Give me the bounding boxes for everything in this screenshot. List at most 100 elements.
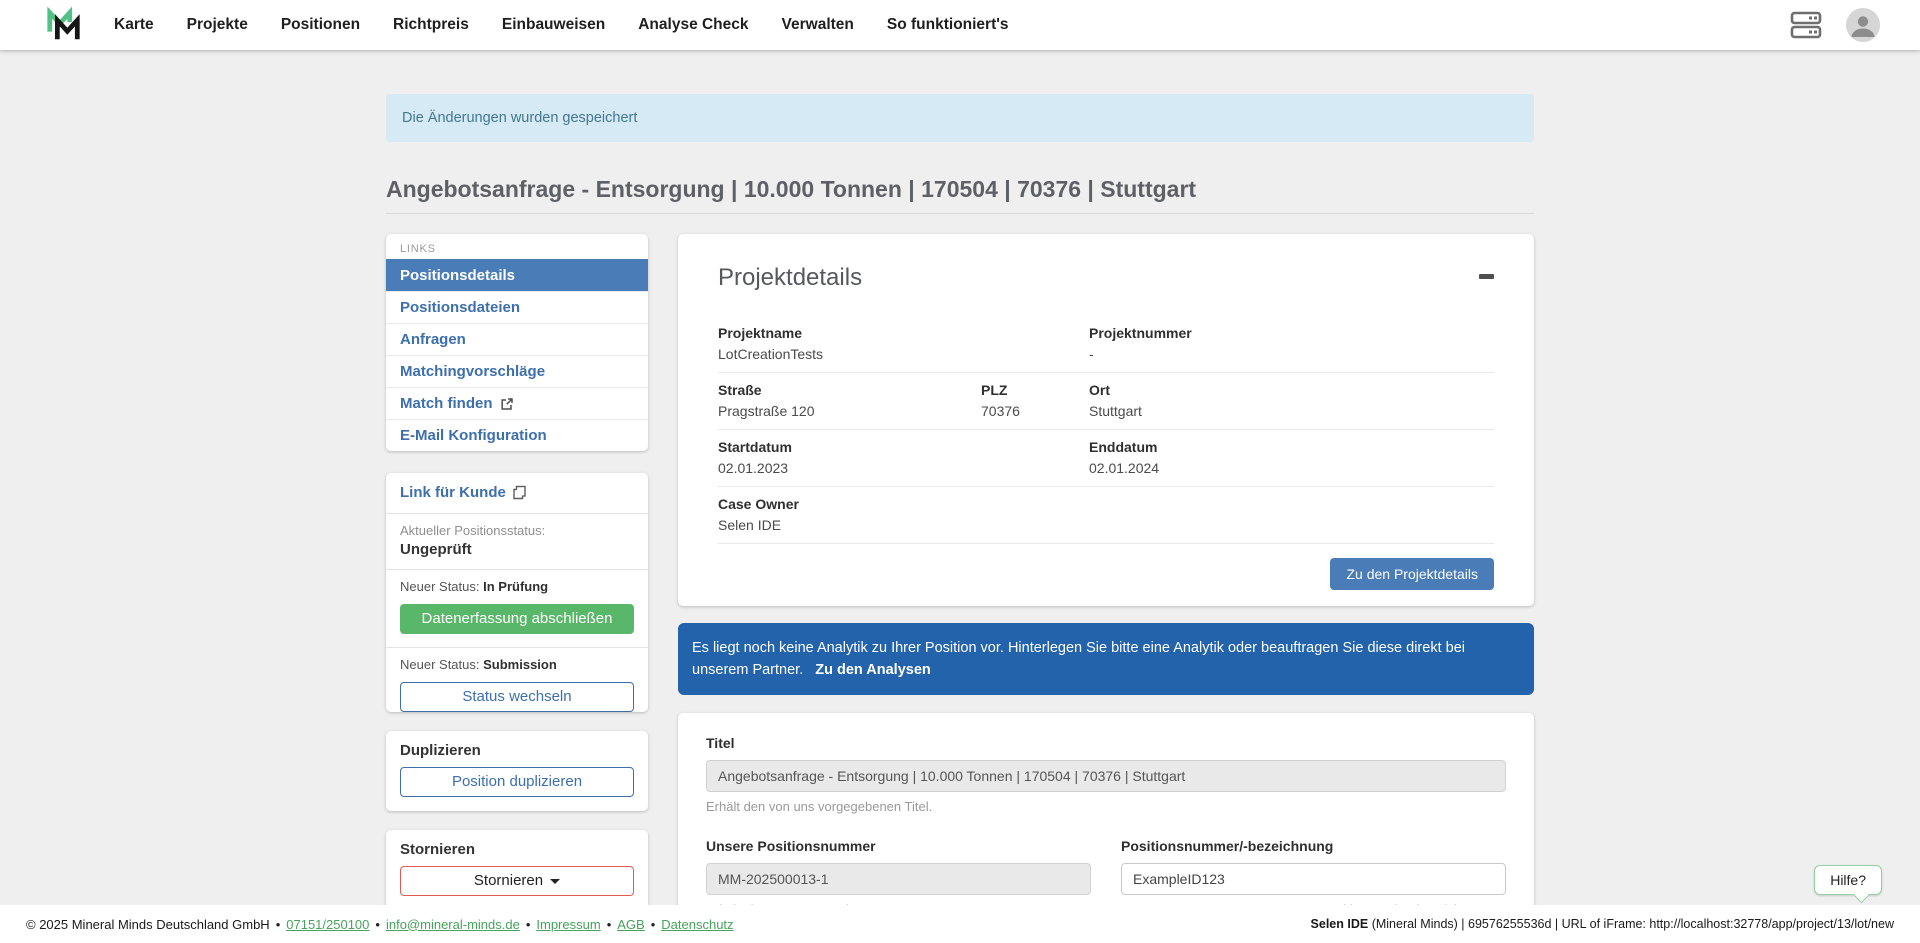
- mineral-minds-logo[interactable]: [44, 5, 84, 45]
- saved-alert-text: Die Änderungen wurden gespeichert: [402, 110, 637, 126]
- footer-session-info: Selen IDE (Mineral Minds) | 69576255536d…: [1311, 917, 1894, 931]
- footer-link-phone[interactable]: 07151/250100: [270, 917, 370, 932]
- footer-link-label: AGB: [617, 917, 644, 932]
- nav-item-positionen[interactable]: Positionen: [281, 16, 360, 34]
- saved-alert: Die Änderungen wurden gespeichert: [386, 94, 1534, 142]
- help-button[interactable]: Hilfe?: [1814, 865, 1882, 895]
- cancel-card-title: Stornieren: [386, 841, 648, 858]
- main-nav: Karte Projekte Positionen Richtpreis Ein…: [114, 16, 1009, 34]
- title-field-label: Titel: [706, 735, 1506, 751]
- duplicate-position-button[interactable]: Position duplizieren: [400, 767, 634, 797]
- footer-copyright: © 2025 Mineral Minds Deutschland GmbH: [26, 917, 270, 932]
- customer-link-label: Link für Kunde: [400, 484, 506, 501]
- field-value: 02.01.2023: [718, 460, 1089, 476]
- sidebar: LINKS Positionsdetails Positionsdateien …: [386, 234, 648, 910]
- nav-item-verwalten[interactable]: Verwalten: [782, 16, 854, 34]
- field-case-owner: Case Owner Selen IDE: [718, 496, 1494, 533]
- field-label: Enddatum: [1089, 439, 1494, 455]
- title-help-text: Erhält den von uns vorgegebenen Titel.: [706, 799, 1506, 814]
- footer-link-impressum[interactable]: Impressum: [520, 917, 601, 932]
- footer-link-label: Datenschutz: [661, 917, 733, 932]
- field-label: Case Owner: [718, 496, 1494, 512]
- field-strasse: Straße Pragstraße 120: [718, 382, 981, 419]
- nav-item-karte[interactable]: Karte: [114, 16, 154, 34]
- caret-down-icon: [550, 879, 560, 884]
- project-details-title: Projektdetails: [718, 264, 862, 292]
- cancel-dropdown-button[interactable]: Stornieren: [400, 866, 634, 896]
- duplicate-card: Duplizieren Position duplizieren: [386, 731, 648, 811]
- switch-status-button[interactable]: Status wechseln: [400, 682, 634, 712]
- analytics-banner-text: Es liegt noch keine Analytik zu Ihrer Po…: [692, 640, 1465, 678]
- project-details-fields: Projektname LotCreationTests Projektnumm…: [718, 316, 1494, 544]
- nav-item-so-funktionierts[interactable]: So funktioniert's: [887, 16, 1009, 34]
- nav-item-analyse-check[interactable]: Analyse Check: [638, 16, 748, 34]
- footer-link-label: 07151/250100: [286, 917, 369, 932]
- field-ort: Ort Stuttgart: [1089, 382, 1494, 419]
- footer-user-name: Selen IDE: [1311, 917, 1369, 931]
- collapse-minus-icon[interactable]: [1479, 274, 1494, 279]
- sidebar-item-positionsdetails[interactable]: Positionsdetails: [386, 259, 648, 291]
- field-label: Projektnummer: [1089, 325, 1494, 341]
- field-value: LotCreationTests: [718, 346, 1089, 362]
- field-label: Straße: [718, 382, 981, 398]
- footer-link-agb[interactable]: AGB: [601, 917, 645, 932]
- field-value: Pragstraße 120: [718, 403, 981, 419]
- footer-link-label: info@mineral-minds.de: [386, 917, 520, 932]
- new-status-2: Neuer Status: Submission: [386, 648, 648, 674]
- field-label: PLZ: [981, 382, 1089, 398]
- new-status-2-value: Submission: [483, 657, 557, 672]
- field-value: 02.01.2024: [1089, 460, 1494, 476]
- footer: © 2025 Mineral Minds Deutschland GmbH 07…: [0, 905, 1920, 943]
- new-status-prefix: Neuer Status:: [400, 657, 480, 672]
- footer-link-label: Impressum: [536, 917, 600, 932]
- user-avatar-icon[interactable]: [1846, 8, 1880, 42]
- sidebar-item-label: E-Mail Konfiguration: [400, 425, 547, 446]
- navbar-right: [1790, 8, 1880, 42]
- field-value: Stuttgart: [1089, 403, 1494, 419]
- external-link-icon: [500, 397, 514, 411]
- main-column: Projektdetails Projektname LotCreationTe…: [678, 234, 1534, 943]
- footer-link-email[interactable]: info@mineral-minds.de: [369, 917, 519, 932]
- sidebar-item-label: Positionsdetails: [400, 265, 515, 286]
- field-projektnummer: Projektnummer -: [1089, 325, 1494, 362]
- position-number-input[interactable]: [1121, 863, 1506, 895]
- logo-icon: [45, 6, 83, 44]
- sidebar-item-match-finden[interactable]: Match finden: [386, 387, 648, 419]
- status-card: Link für Kunde Aktueller Positionsstatus…: [386, 473, 648, 712]
- to-analyses-link[interactable]: Zu den Analysen: [815, 662, 930, 678]
- new-status-prefix: Neuer Status:: [400, 579, 480, 594]
- our-number-input: [706, 863, 1091, 895]
- position-number-label: Positionsnummer/-bezeichnung: [1121, 838, 1506, 854]
- field-label: Startdatum: [718, 439, 1089, 455]
- nav-item-projekte[interactable]: Projekte: [187, 16, 248, 34]
- links-card-header: LINKS: [386, 234, 648, 259]
- page-title: Angebotsanfrage - Entsorgung | 10.000 To…: [386, 176, 1534, 214]
- sidebar-item-positionsdateien[interactable]: Positionsdateien: [386, 291, 648, 323]
- sidebar-item-label: Anfragen: [400, 329, 466, 350]
- sidebar-item-label: Positionsdateien: [400, 297, 520, 318]
- server-icon[interactable]: [1790, 10, 1822, 40]
- field-startdatum: Startdatum 02.01.2023: [718, 439, 1089, 476]
- complete-data-entry-button[interactable]: Datenerfassung abschließen: [400, 604, 634, 634]
- footer-link-datenschutz[interactable]: Datenschutz: [645, 917, 734, 932]
- customer-link[interactable]: Link für Kunde: [400, 484, 527, 501]
- sidebar-item-matchingvorschlaege[interactable]: Matchingvorschläge: [386, 355, 648, 387]
- new-status-1-value: In Prüfung: [483, 579, 548, 594]
- field-label: Ort: [1089, 382, 1494, 398]
- to-project-details-button[interactable]: Zu den Projektdetails: [1330, 558, 1494, 590]
- field-plz: PLZ 70376: [981, 382, 1089, 419]
- field-value: -: [1089, 346, 1494, 362]
- sidebar-item-email-konfiguration[interactable]: E-Mail Konfiguration: [386, 419, 648, 451]
- sidebar-item-label: Matchingvorschläge: [400, 361, 545, 382]
- cancel-card: Stornieren Stornieren: [386, 830, 648, 910]
- sidebar-item-label: Match finden: [400, 393, 493, 414]
- new-status-1: Neuer Status: In Prüfung: [386, 570, 648, 596]
- content-area: Die Änderungen wurden gespeichert Angebo…: [386, 94, 1534, 943]
- nav-item-richtpreis[interactable]: Richtpreis: [393, 16, 469, 34]
- title-input: [706, 760, 1506, 792]
- duplicate-card-title: Duplizieren: [386, 742, 648, 759]
- sidebar-item-anfragen[interactable]: Anfragen: [386, 323, 648, 355]
- project-details-card: Projektdetails Projektname LotCreationTe…: [678, 234, 1534, 606]
- nav-item-einbauweisen[interactable]: Einbauweisen: [502, 16, 605, 34]
- field-value: 70376: [981, 403, 1089, 419]
